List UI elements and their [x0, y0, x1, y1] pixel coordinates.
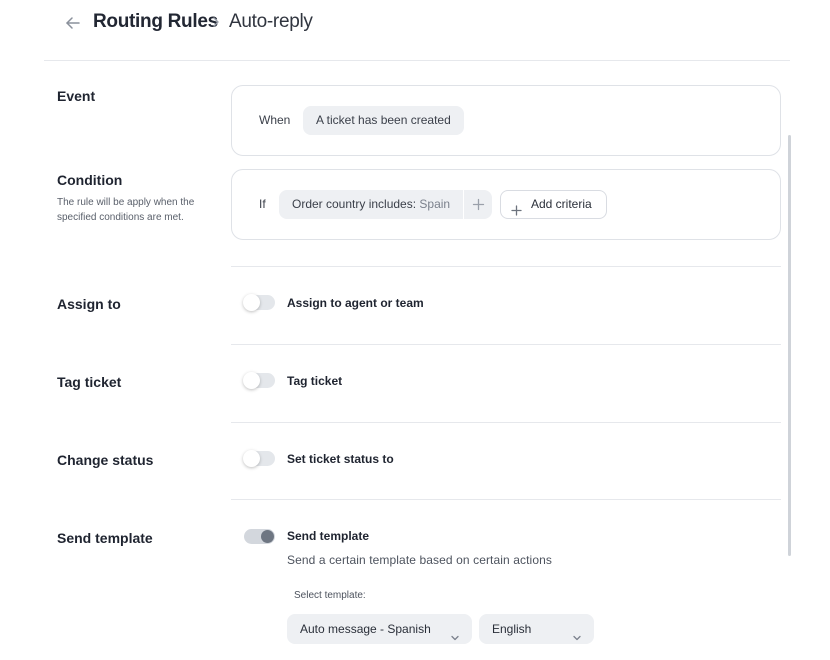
criteria-plus-icon[interactable]	[463, 190, 492, 219]
tag-toggle-label: Tag ticket	[287, 374, 343, 388]
status-section-label: Change status	[57, 452, 154, 468]
divider	[231, 266, 781, 267]
toggle-knob	[243, 450, 260, 467]
criteria-value: Spain	[419, 197, 451, 211]
assign-toggle[interactable]	[243, 294, 275, 311]
template-toggle-label: Send template	[287, 529, 370, 543]
criteria-field: Order country includes:	[292, 197, 417, 211]
add-criteria-button[interactable]: Add criteria	[500, 190, 607, 219]
breadcrumb: Routing Rules Auto-reply	[44, 0, 790, 61]
event-trigger-chip[interactable]: A ticket has been created	[303, 106, 464, 135]
event-keyword: When	[259, 113, 291, 127]
divider	[231, 422, 781, 423]
divider	[231, 499, 781, 500]
divider	[231, 344, 781, 345]
event-section-label: Event	[57, 88, 96, 104]
select-template-label: Select template:	[294, 590, 366, 601]
language-select-value: English	[492, 622, 532, 636]
condition-section-label: Condition	[57, 172, 123, 188]
template-select[interactable]: Auto message - Spanish	[287, 614, 472, 644]
template-hint: Send a certain template based on certain…	[287, 553, 552, 567]
toggle-knob	[261, 530, 274, 543]
toggle-knob	[243, 372, 260, 389]
status-toggle-label: Set ticket status to	[287, 452, 394, 466]
language-select[interactable]: English	[479, 614, 594, 644]
assign-toggle-label: Assign to agent or team	[287, 296, 424, 310]
event-card: When A ticket has been created	[231, 85, 781, 156]
tag-toggle[interactable]	[243, 372, 275, 389]
template-section-label: Send template	[57, 530, 153, 546]
breadcrumb-parent[interactable]: Routing Rules	[93, 11, 218, 33]
condition-description: The rule will be apply when the specifie…	[57, 197, 195, 223]
page-title: Auto-reply	[229, 11, 313, 32]
plus-icon	[511, 199, 522, 216]
assign-section-label: Assign to	[57, 296, 121, 312]
condition-keyword: If	[259, 197, 266, 211]
status-toggle[interactable]	[243, 450, 275, 467]
tag-section-label: Tag ticket	[57, 374, 122, 390]
template-toggle[interactable]	[244, 529, 275, 544]
scrollbar[interactable]	[788, 135, 791, 556]
chevron-down-icon	[572, 624, 582, 641]
template-select-value: Auto message - Spanish	[300, 622, 431, 636]
add-criteria-label: Add criteria	[531, 197, 592, 211]
chevron-right-icon	[210, 15, 222, 29]
toggle-knob	[243, 294, 260, 311]
chevron-down-icon	[450, 624, 460, 641]
condition-card: If Order country includes: Spain Add cri…	[231, 169, 781, 240]
criteria-chip[interactable]: Order country includes: Spain	[279, 190, 463, 219]
arrow-left-icon[interactable]	[62, 12, 84, 34]
